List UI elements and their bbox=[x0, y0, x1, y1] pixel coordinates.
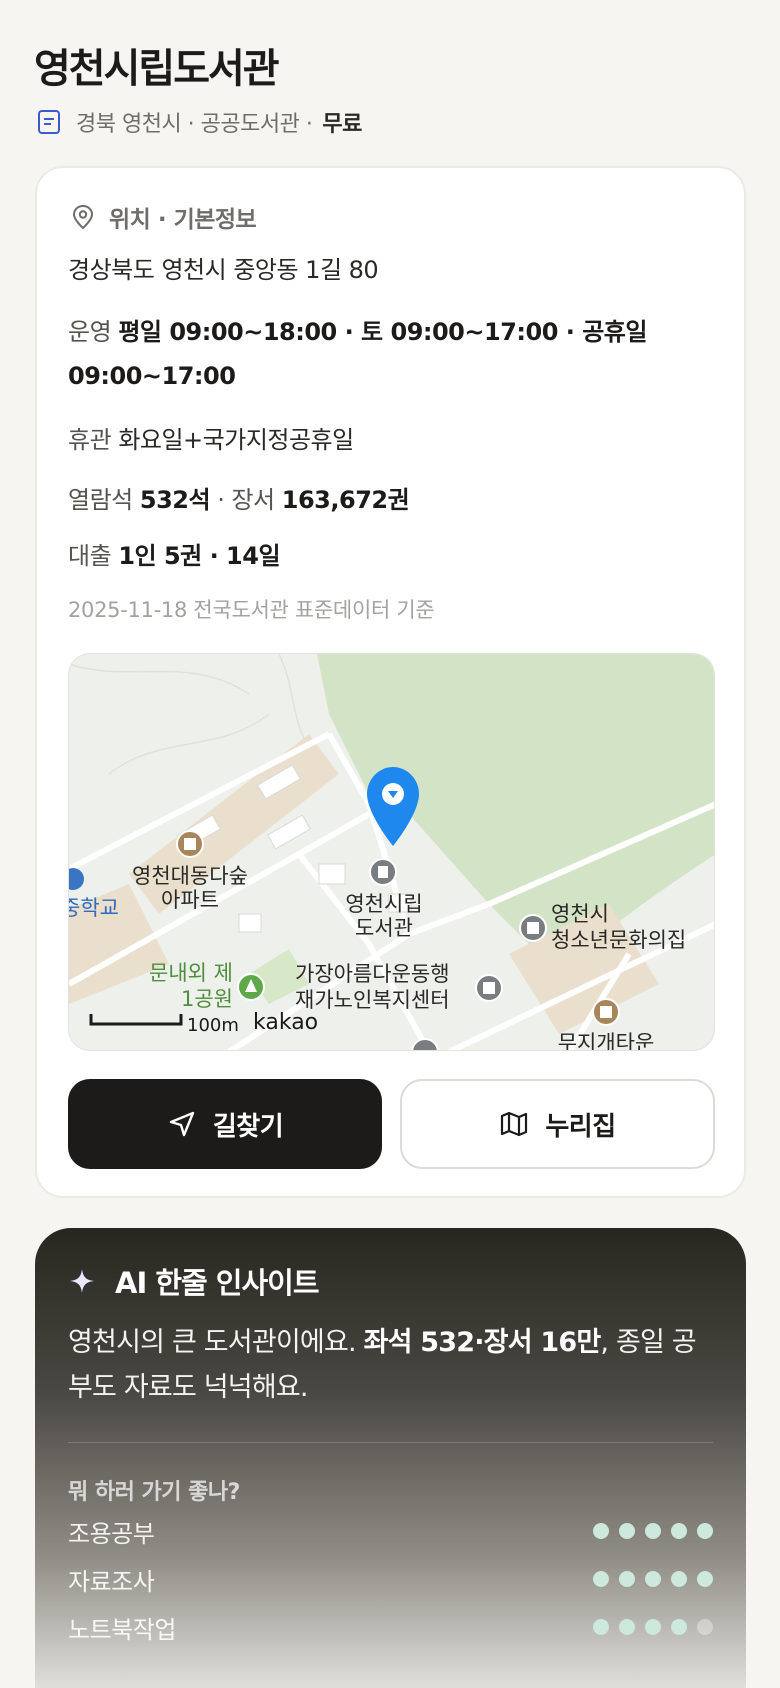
capacity-row: 열람석 532석 · 장서 163,672권 bbox=[68, 478, 410, 522]
rating-dots bbox=[593, 1571, 713, 1587]
rating-dot bbox=[593, 1619, 609, 1635]
rating-dot bbox=[671, 1619, 687, 1635]
map-label-youth: 영천시 bbox=[551, 902, 609, 926]
seats-label: 열람석 bbox=[68, 486, 133, 514]
map-label-school: 중학교 bbox=[69, 896, 119, 920]
hours-value: 평일 09:00~18:00 · 토 09:00~17:00 · 공휴일 09:… bbox=[68, 318, 647, 390]
rating-dot bbox=[697, 1523, 713, 1539]
directions-label: 길찾기 bbox=[212, 1111, 284, 1142]
library-marker-icon[interactable] bbox=[369, 858, 397, 886]
rating-dot bbox=[697, 1619, 713, 1635]
section-header: 위치 · 기본정보 bbox=[69, 200, 257, 234]
seats-value: 532석 bbox=[139, 486, 211, 514]
rating-dot bbox=[645, 1619, 661, 1635]
books-value: 163,672권 bbox=[281, 486, 410, 514]
rating-dot bbox=[593, 1523, 609, 1539]
region-text: 경북 영천시 · 공공도서관 · bbox=[76, 112, 313, 137]
rating-dot bbox=[619, 1619, 635, 1635]
address-text: 경상북도 영천시 중앙동 1길 80 bbox=[68, 256, 379, 284]
closed-value: 화요일+국가지정공휴일 bbox=[118, 426, 354, 454]
rating-label: 조용공부 bbox=[68, 1519, 155, 1548]
hours-row: 운영 평일 09:00~18:00 · 토 09:00~17:00 · 공휴일 … bbox=[68, 310, 668, 398]
rating-dot bbox=[671, 1523, 687, 1539]
rating-dot bbox=[619, 1523, 635, 1539]
youth-center-marker-icon[interactable] bbox=[519, 914, 547, 942]
ai-insight-header: AI 한줄 인사이트 bbox=[69, 1260, 320, 1302]
rating-dots bbox=[593, 1619, 713, 1635]
town-marker-icon[interactable] bbox=[592, 998, 620, 1026]
rating-dot bbox=[671, 1571, 687, 1587]
closed-label: 휴관 bbox=[68, 426, 112, 454]
park-marker-icon[interactable] bbox=[237, 973, 265, 1001]
map-label-park-2: 1공원 bbox=[181, 987, 233, 1011]
library-meta: 경북 영천시 · 공공도서관 · 무료 bbox=[36, 106, 362, 138]
map-label-town: 무지개타운 bbox=[558, 1031, 655, 1051]
map-label-apartment: 영천대동다숲 bbox=[132, 864, 248, 888]
rating-row: 노트북작업 bbox=[68, 1610, 713, 1644]
rating-dot bbox=[697, 1571, 713, 1587]
ai-insight-title: AI 한줄 인사이트 bbox=[115, 1266, 320, 1300]
website-button[interactable]: 누리집 bbox=[400, 1079, 715, 1169]
location-pin-icon bbox=[72, 204, 94, 230]
ai-text-bold: 좌석 532·장서 16만 bbox=[363, 1327, 602, 1358]
rating-dot bbox=[593, 1571, 609, 1587]
ai-insight-text: 영천시의 큰 도서관이에요. 좌석 532·장서 16만, 종일 공부도 자료도… bbox=[68, 1320, 708, 1410]
ai-question: 뭐 하러 가기 좋나? bbox=[68, 1480, 240, 1505]
map-label-library: 영천시립 bbox=[345, 892, 422, 916]
map-canvas[interactable]: 영천대동다숲 아파트 중학교 영천시립 도서관 bbox=[69, 654, 715, 1051]
loan-label: 대출 bbox=[68, 542, 112, 570]
ai-text-pre: 영천시의 큰 도서관이에요. bbox=[68, 1327, 364, 1358]
books-label: · 장서 bbox=[217, 486, 275, 514]
loan-row: 대출 1인 5권 · 14일 bbox=[68, 534, 281, 578]
senior-center-marker-icon[interactable] bbox=[475, 974, 503, 1002]
map-label-park: 문내외 제 bbox=[149, 961, 233, 985]
map-label-library-2: 도서관 bbox=[355, 916, 413, 940]
navigation-arrow-icon bbox=[169, 1111, 195, 1137]
map-view[interactable]: 영천대동다숲 아파트 중학교 영천시립 도서관 bbox=[68, 653, 715, 1051]
map-label-senior: 가장아름다운동행 bbox=[295, 962, 450, 986]
closed-row: 휴관 화요일+국가지정공휴일 bbox=[68, 418, 354, 462]
map-label-apartment-2: 아파트 bbox=[161, 888, 219, 912]
rating-row: 조용공부 bbox=[68, 1514, 713, 1548]
rating-label: 노트북작업 bbox=[68, 1615, 176, 1644]
rating-label: 자료조사 bbox=[68, 1567, 155, 1596]
info-card: 위치 · 기본정보 경상북도 영천시 중앙동 1길 80 운영 평일 09:00… bbox=[35, 166, 746, 1198]
data-basis-note: 2025-11-18 전국도서관 표준데이터 기준 bbox=[68, 598, 435, 622]
rating-dot bbox=[645, 1523, 661, 1539]
hours-label: 운영 bbox=[68, 318, 112, 346]
website-label: 누리집 bbox=[545, 1111, 616, 1142]
scale-label: 100m bbox=[187, 1015, 239, 1036]
divider bbox=[68, 1442, 713, 1443]
map-label-senior-2: 재가노인복지센터 bbox=[295, 988, 450, 1012]
directions-button[interactable]: 길찾기 bbox=[68, 1079, 382, 1169]
page-title: 영천시립도서관 bbox=[34, 46, 280, 92]
loan-value: 1인 5권 · 14일 bbox=[118, 542, 281, 570]
section-title: 위치 · 기본정보 bbox=[109, 207, 257, 233]
apartment-marker-icon[interactable] bbox=[176, 830, 204, 858]
document-icon bbox=[38, 110, 60, 134]
map-provider-logo: kakao bbox=[253, 1010, 318, 1035]
rating-dots bbox=[593, 1523, 713, 1539]
ai-insight-card: AI 한줄 인사이트 영천시의 큰 도서관이에요. 좌석 532·장서 16만,… bbox=[35, 1228, 746, 1688]
sparkle-icon bbox=[70, 1269, 94, 1293]
rating-dot bbox=[645, 1571, 661, 1587]
map-label-youth-2: 청소년문화의집 bbox=[551, 928, 686, 952]
rating-dot bbox=[619, 1571, 635, 1587]
map-icon bbox=[501, 1111, 528, 1137]
rating-row: 자료조사 bbox=[68, 1562, 713, 1596]
fee-badge: 무료 bbox=[322, 112, 362, 137]
